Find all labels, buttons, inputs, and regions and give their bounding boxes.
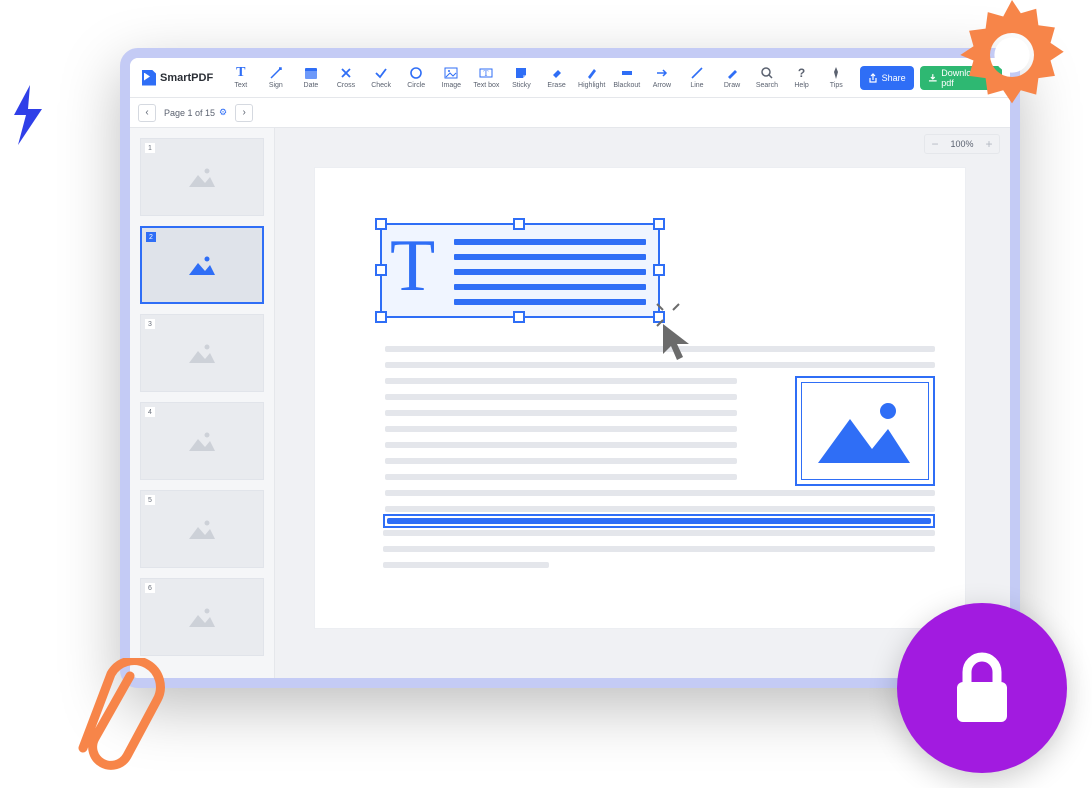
app-logo: SmartPDF — [138, 70, 223, 86]
check-icon — [374, 66, 388, 80]
tool-arrow[interactable]: Arrow — [644, 59, 679, 97]
thumbnail-4[interactable]: 4 — [140, 402, 264, 480]
resize-handle[interactable] — [513, 218, 525, 230]
erase-icon — [550, 66, 564, 80]
next-page-button[interactable]: › — [235, 104, 253, 122]
help-icon: ? — [795, 66, 809, 80]
share-icon — [868, 73, 878, 83]
placeholder-icon — [187, 253, 217, 277]
selected-image-box[interactable] — [795, 376, 935, 486]
thumbnail-2[interactable]: 2 — [140, 226, 264, 304]
tool-textbox[interactable]: T Text box — [469, 59, 504, 97]
resize-handle[interactable] — [375, 311, 387, 323]
calendar-icon — [304, 66, 318, 80]
placeholder-icon — [187, 165, 217, 189]
placeholder-icon — [187, 429, 217, 453]
search-icon — [760, 66, 774, 80]
share-button[interactable]: Share — [860, 66, 914, 90]
thumbnail-sidebar: 1 2 3 4 5 6 — [130, 128, 275, 678]
resize-handle[interactable] — [513, 311, 525, 323]
placeholder-icon — [187, 517, 217, 541]
thumbnail-3[interactable]: 3 — [140, 314, 264, 392]
toolbar: SmartPDF T Text Sign Date Cross Check Ci… — [130, 58, 1010, 98]
image-placeholder-icon — [810, 391, 920, 471]
zoom-in-button[interactable]: + — [979, 135, 999, 153]
selected-line[interactable] — [383, 514, 935, 528]
tool-blackout[interactable]: Blackout — [609, 59, 644, 97]
tool-tips[interactable]: Tips — [819, 59, 854, 97]
tool-cross[interactable]: Cross — [328, 59, 363, 97]
zoom-value: 100% — [945, 139, 979, 149]
placeholder-icon — [187, 605, 217, 629]
footer-text-placeholder — [383, 530, 935, 578]
sticky-icon — [514, 66, 528, 80]
download-icon — [928, 73, 938, 83]
arrow-icon — [655, 66, 669, 80]
cross-icon — [339, 66, 353, 80]
svg-text:T: T — [484, 69, 489, 78]
tool-search[interactable]: Search — [750, 59, 785, 97]
dropcap-letter: T — [390, 229, 435, 303]
sign-icon — [269, 66, 283, 80]
placeholder-icon — [187, 341, 217, 365]
logo-mark-icon — [142, 70, 156, 86]
text-icon: T — [234, 66, 248, 80]
line-icon — [690, 66, 704, 80]
pager: ‹ Page 1 of 15 ⚙ › — [138, 104, 253, 122]
page-indicator: Page 1 of 15 — [164, 108, 215, 118]
resize-handle[interactable] — [375, 264, 387, 276]
app-window: SmartPDF T Text Sign Date Cross Check Ci… — [120, 48, 1020, 688]
tool-highlight[interactable]: Highlight — [574, 59, 609, 97]
tool-draw[interactable]: Draw — [715, 59, 750, 97]
lock-icon — [947, 648, 1017, 728]
selected-text-block[interactable]: T — [380, 223, 660, 318]
tool-sign[interactable]: Sign — [258, 59, 293, 97]
prev-page-button[interactable]: ‹ — [138, 104, 156, 122]
thumbnail-5[interactable]: 5 — [140, 490, 264, 568]
document-page[interactable]: T — [315, 168, 965, 628]
resize-handle[interactable] — [375, 218, 387, 230]
cursor-icon — [657, 320, 701, 364]
tool-circle[interactable]: Circle — [399, 59, 434, 97]
circle-icon — [409, 66, 423, 80]
page-settings-icon[interactable]: ⚙ — [219, 107, 227, 118]
tool-line[interactable]: Line — [679, 59, 714, 97]
tool-date[interactable]: Date — [293, 59, 328, 97]
thumbnail-6[interactable]: 6 — [140, 578, 264, 656]
tool-check[interactable]: Check — [364, 59, 399, 97]
lightning-decoration — [8, 85, 48, 145]
gear-decoration — [957, 0, 1067, 110]
tool-sticky[interactable]: Sticky — [504, 59, 539, 97]
textbox-icon: T — [479, 66, 493, 80]
resize-handle[interactable] — [653, 264, 665, 276]
tool-image[interactable]: Image — [434, 59, 469, 97]
thumbnail-1[interactable]: 1 — [140, 138, 264, 216]
tool-help[interactable]: ? Help — [784, 59, 819, 97]
highlight-icon — [585, 66, 599, 80]
subtoolbar: ‹ Page 1 of 15 ⚙ › — [130, 98, 1010, 128]
draw-icon — [725, 66, 739, 80]
image-icon — [444, 66, 458, 80]
resize-handle[interactable] — [653, 218, 665, 230]
blackout-icon — [620, 66, 634, 80]
canvas-area: − 100% + T — [275, 128, 1010, 678]
zoom-out-button[interactable]: − — [925, 135, 945, 153]
tips-icon — [829, 66, 843, 80]
tool-erase[interactable]: Erase — [539, 59, 574, 97]
lock-badge — [897, 603, 1067, 773]
paperclip-decoration — [75, 658, 165, 788]
app-name: SmartPDF — [160, 72, 213, 84]
zoom-control: − 100% + — [924, 134, 1000, 154]
tool-text[interactable]: T Text — [223, 59, 258, 97]
